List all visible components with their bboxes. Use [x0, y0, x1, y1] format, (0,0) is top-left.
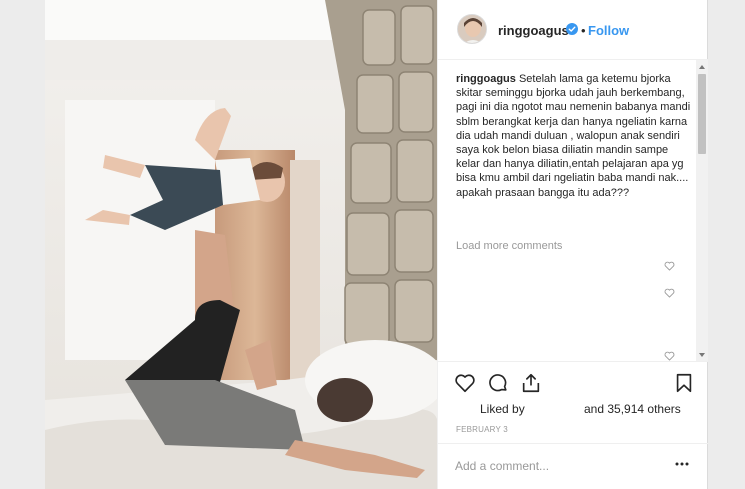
- comments-area[interactable]: ringgoagus Setelah lama ga ketemu bjorka…: [438, 60, 708, 362]
- header-separator: •: [581, 23, 586, 38]
- scrollbar-thumb[interactable]: [698, 74, 706, 154]
- header-username[interactable]: ringgoagus: [498, 23, 569, 38]
- post-date[interactable]: FEBRUARY 3: [456, 425, 508, 434]
- scroll-up-arrow-icon[interactable]: [698, 63, 706, 71]
- caption: ringgoagus Setelah lama ga ketemu bjorka…: [456, 72, 692, 200]
- scroll-down-arrow-icon[interactable]: [698, 351, 706, 359]
- add-comment-section: [438, 443, 708, 489]
- comment-like-heart-icon[interactable]: [664, 351, 675, 361]
- post-sidebar: ringgoagus • Follow ringgoagus Setelah l…: [437, 0, 708, 489]
- liked-by-label[interactable]: Liked by: [480, 402, 525, 416]
- likes-count[interactable]: and 35,914 others: [584, 402, 681, 416]
- add-comment-input[interactable]: [455, 457, 655, 475]
- comment-icon[interactable]: [487, 372, 509, 394]
- load-more-comments-button[interactable]: Load more comments: [456, 240, 562, 252]
- post-card: ringgoagus • Follow ringgoagus Setelah l…: [45, 0, 708, 489]
- post-photo-image: [45, 0, 437, 489]
- action-bar: [438, 362, 708, 402]
- comments-scrollbar[interactable]: [696, 60, 708, 361]
- bookmark-icon[interactable]: [673, 372, 695, 394]
- verified-badge-icon: [566, 23, 578, 35]
- share-icon[interactable]: [520, 372, 542, 394]
- caption-username[interactable]: ringgoagus: [456, 73, 516, 85]
- post-photo[interactable]: [45, 0, 437, 489]
- caption-text: Setelah lama ga ketemu bjorka skitar sem…: [456, 73, 691, 199]
- follow-button[interactable]: Follow: [588, 23, 629, 38]
- heart-icon[interactable]: [454, 372, 476, 394]
- more-options-icon[interactable]: [674, 456, 690, 472]
- likes-summary: Liked by and 35,914 others: [438, 402, 708, 422]
- post-header: ringgoagus • Follow: [438, 0, 708, 60]
- avatar[interactable]: [457, 14, 487, 44]
- comment-like-heart-icon[interactable]: [664, 288, 675, 298]
- comment-like-heart-icon[interactable]: [664, 261, 675, 271]
